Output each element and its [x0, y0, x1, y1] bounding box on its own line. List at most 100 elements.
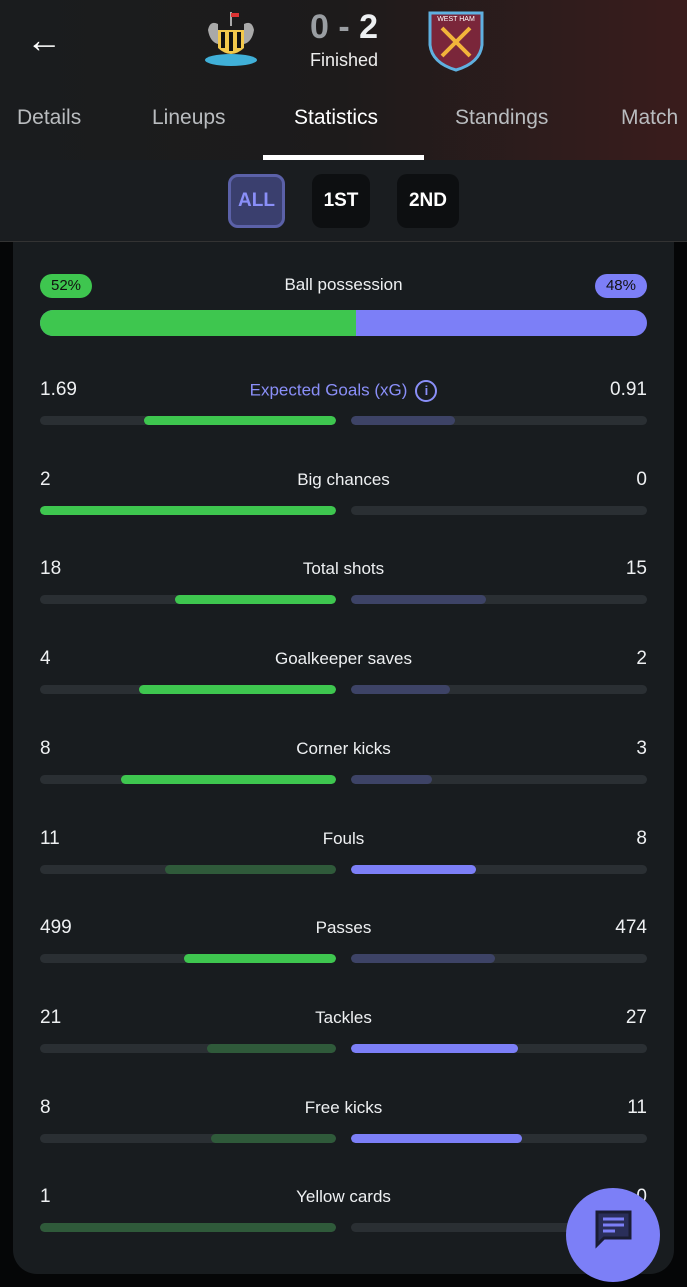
away-value: 0.91	[610, 379, 647, 400]
stat-row: 18 Total shots 15	[40, 558, 647, 618]
home-bar-track	[40, 685, 336, 695]
stat-label: Corner kicks	[40, 739, 647, 759]
away-bar-track	[351, 1043, 647, 1053]
stat-label-text: Total shots	[302, 559, 385, 579]
away-value: 0	[636, 468, 647, 490]
stat-row: 21 Tackles 27	[40, 1007, 647, 1067]
away-possession-badge: 48%	[594, 274, 647, 298]
home-bar-track	[40, 774, 336, 784]
stat-label: Total shots	[40, 559, 647, 579]
stat-row: 4 Goalkeeper saves 2	[40, 648, 647, 708]
period-2nd-button[interactable]: 2ND	[397, 174, 459, 228]
ball-possession-row: 52% Ball possession 48%	[40, 268, 647, 338]
home-bar-fill	[120, 774, 336, 784]
tab-match[interactable]: Match	[621, 106, 678, 130]
away-bar-fill	[351, 1133, 523, 1143]
away-bar-track	[351, 954, 647, 964]
home-bar-track	[40, 1223, 336, 1233]
period-filter: ALL 1ST 2ND	[0, 160, 687, 242]
match-status: Finished	[309, 50, 379, 70]
arrow-left-icon[interactable]: ←	[26, 22, 66, 58]
away-bar-track	[351, 1133, 647, 1143]
away-value: 11	[627, 1096, 647, 1118]
stat-label-text: Expected Goals (xG)	[249, 380, 408, 400]
home-bar-track	[40, 416, 336, 425]
home-bar-track	[40, 505, 336, 515]
home-bar-track	[40, 864, 336, 874]
stat-label: Big chances	[40, 470, 647, 490]
away-bar-fill	[351, 416, 455, 425]
away-value: 2	[636, 648, 647, 670]
away-value: 474	[615, 917, 647, 939]
svg-text:WEST HAM: WEST HAM	[437, 16, 475, 23]
stat-row: 1 Yellow cards 0	[40, 1186, 647, 1246]
away-bar-track	[351, 864, 647, 874]
away-value: 3	[636, 737, 647, 759]
period-1st-button[interactable]: 1ST	[312, 174, 370, 228]
away-value: 15	[625, 558, 647, 580]
info-icon[interactable]: i	[415, 380, 438, 402]
home-bar-fill	[206, 1043, 336, 1053]
stat-label-text: Fouls	[322, 828, 365, 848]
away-bar-fill	[351, 595, 486, 605]
home-bar-fill	[143, 416, 336, 425]
away-bar-fill	[351, 1043, 518, 1053]
tab-details[interactable]: Details	[17, 106, 81, 130]
tab-standings[interactable]: Standings	[455, 106, 548, 130]
stat-label: Ball possession	[284, 275, 403, 294]
stat-row: 11 Fouls 8	[40, 828, 647, 888]
stat-row: 8 Free kicks 11	[40, 1097, 647, 1157]
stat-label: Free kicks	[40, 1098, 647, 1118]
away-bar-fill	[351, 954, 496, 964]
chat-icon	[595, 1210, 632, 1249]
away-bar-track	[351, 685, 647, 695]
away-bar-track	[351, 505, 647, 515]
stat-label: Tackles	[40, 1008, 647, 1028]
stat-label-text: Free kicks	[304, 1097, 383, 1117]
away-bar-fill	[351, 774, 432, 784]
home-bar-fill	[40, 505, 336, 515]
match-header: ← 0 - 2 Finished WEST HAM	[0, 0, 687, 160]
stat-label-text: Tackles	[315, 1007, 372, 1027]
away-bar-track	[351, 595, 647, 605]
west-ham-crest-icon: WEST HAM	[428, 11, 484, 72]
away-value: 8	[636, 827, 647, 849]
stat-label-text: Big chances	[297, 469, 390, 489]
away-bar-fill	[351, 864, 476, 874]
possession-bar	[40, 310, 647, 336]
home-score: 0	[309, 8, 329, 46]
stat-row: 2 Big chances 0	[40, 469, 647, 529]
away-bar-track	[351, 416, 647, 425]
home-bar-fill	[40, 1223, 336, 1233]
home-bar-track	[40, 595, 336, 605]
stat-label: Yellow cards	[40, 1187, 647, 1207]
away-score: 2	[359, 8, 379, 46]
stat-row: 8 Corner kicks 3	[40, 738, 647, 798]
stat-label: Goalkeeper saves	[40, 649, 647, 669]
home-bar-fill	[184, 954, 336, 964]
home-bar-fill	[174, 595, 336, 605]
score: 0 - 2	[294, 8, 394, 47]
home-bar-track	[40, 954, 336, 964]
chat-button[interactable]	[566, 1188, 660, 1282]
home-possession-fill	[40, 310, 356, 336]
stat-label-text: Corner kicks	[296, 738, 391, 758]
away-bar-track	[351, 774, 647, 784]
away-value: 27	[625, 1006, 647, 1028]
stat-label: Fouls	[40, 829, 647, 849]
tab-statistics[interactable]: Statistics	[294, 106, 378, 130]
stat-label: Expected Goals (xG) i	[40, 380, 647, 402]
stat-row: 1.69 Expected Goals (xG) i 0.91	[40, 379, 647, 439]
tab-bar: Details Lineups Statistics Standings Mat…	[0, 106, 687, 136]
newcastle-crest-icon	[205, 12, 257, 66]
stat-label-text: Goalkeeper saves	[274, 649, 413, 669]
period-all-button[interactable]: ALL	[228, 174, 285, 228]
home-bar-fill	[164, 864, 336, 874]
tab-lineups[interactable]: Lineups	[152, 106, 226, 130]
stat-row: 499 Passes 474	[40, 917, 647, 977]
home-bar-track	[40, 1133, 336, 1143]
home-bar-fill	[211, 1133, 336, 1143]
stat-label-text: Passes	[315, 918, 372, 938]
home-bar-fill	[138, 685, 336, 695]
home-bar-track	[40, 1043, 336, 1053]
